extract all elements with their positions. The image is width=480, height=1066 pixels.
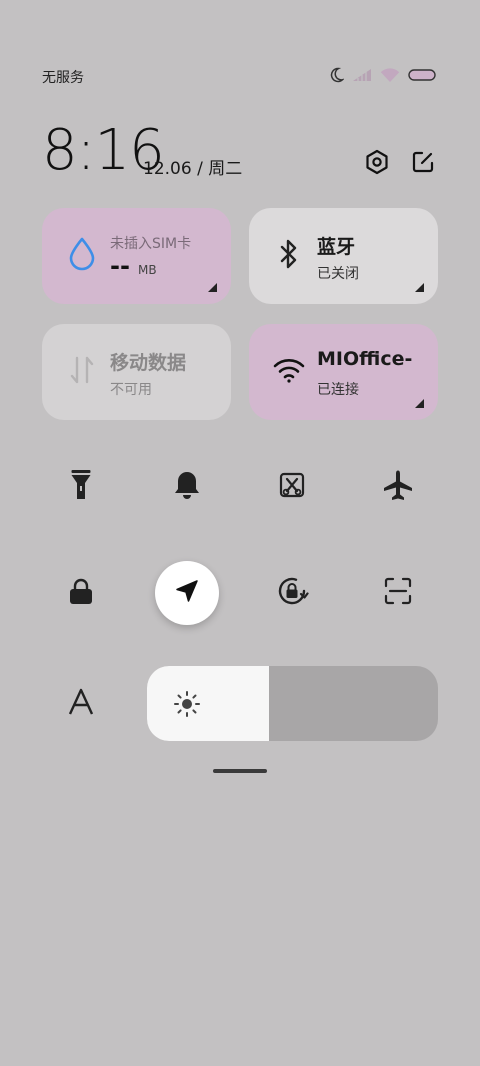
rotation-lock-toggle[interactable] <box>260 561 324 625</box>
signal-icon <box>352 68 372 82</box>
data-usage-value: -- <box>110 252 130 280</box>
rotation-lock-icon <box>275 574 309 612</box>
settings-button[interactable] <box>361 148 393 180</box>
mobile-data-label: 移动数据 <box>110 352 187 374</box>
scan-icon <box>384 577 412 609</box>
water-drop-icon <box>66 237 98 271</box>
airplane-icon <box>382 469 414 505</box>
flashlight-icon <box>70 469 92 505</box>
airplane-toggle[interactable] <box>366 455 430 519</box>
auto-brightness-button[interactable] <box>49 672 113 736</box>
bluetooth-tile[interactable]: 蓝牙 已关闭 <box>249 208 438 304</box>
edit-button[interactable] <box>407 148 439 180</box>
data-usage-unit: MB <box>138 263 157 277</box>
bluetooth-icon <box>273 238 305 270</box>
bell-icon <box>173 470 201 504</box>
flashlight-toggle[interactable] <box>49 455 113 519</box>
expand-corner-icon[interactable] <box>415 283 424 292</box>
brightness-fill <box>147 666 270 741</box>
screenshot-icon <box>278 471 306 503</box>
carrier-status: 无服务 <box>42 70 84 86</box>
sun-icon <box>173 690 201 722</box>
sound-toggle[interactable] <box>155 455 219 519</box>
screenshot-toggle[interactable] <box>260 455 324 519</box>
battery-icon <box>408 69 436 81</box>
expand-corner-icon[interactable] <box>415 399 424 408</box>
date-label: 12.06 / 周二 <box>143 159 243 179</box>
settings-icon <box>364 149 390 179</box>
brightness-slider[interactable] <box>147 666 438 741</box>
data-usage-tile[interactable]: 未插入SIM卡 -- MB <box>42 208 231 304</box>
bluetooth-label: 蓝牙 <box>317 236 356 258</box>
drag-handle[interactable] <box>213 769 267 773</box>
wifi-network-label: MIOffice- <box>317 348 413 370</box>
lock-icon <box>68 577 94 609</box>
mobile-data-status: 不可用 <box>110 382 152 398</box>
scan-toggle[interactable] <box>366 561 430 625</box>
edit-icon <box>411 150 435 178</box>
location-toggle[interactable] <box>155 561 219 625</box>
auto-brightness-icon <box>67 688 95 720</box>
mobile-data-tile[interactable]: 移动数据 不可用 <box>42 324 231 420</box>
status-icons <box>328 66 436 84</box>
moon-icon <box>328 67 344 83</box>
bluetooth-status: 已关闭 <box>317 266 359 282</box>
mobile-data-icon <box>66 354 98 386</box>
screen-lock-toggle[interactable] <box>49 561 113 625</box>
wifi-icon <box>273 354 305 386</box>
location-icon <box>174 578 200 608</box>
wifi-icon <box>380 67 400 83</box>
wifi-status: 已连接 <box>317 382 359 398</box>
data-usage-title: 未插入SIM卡 <box>110 236 192 252</box>
wifi-tile[interactable]: MIOffice- 已连接 <box>249 324 438 420</box>
expand-corner-icon[interactable] <box>208 283 217 292</box>
